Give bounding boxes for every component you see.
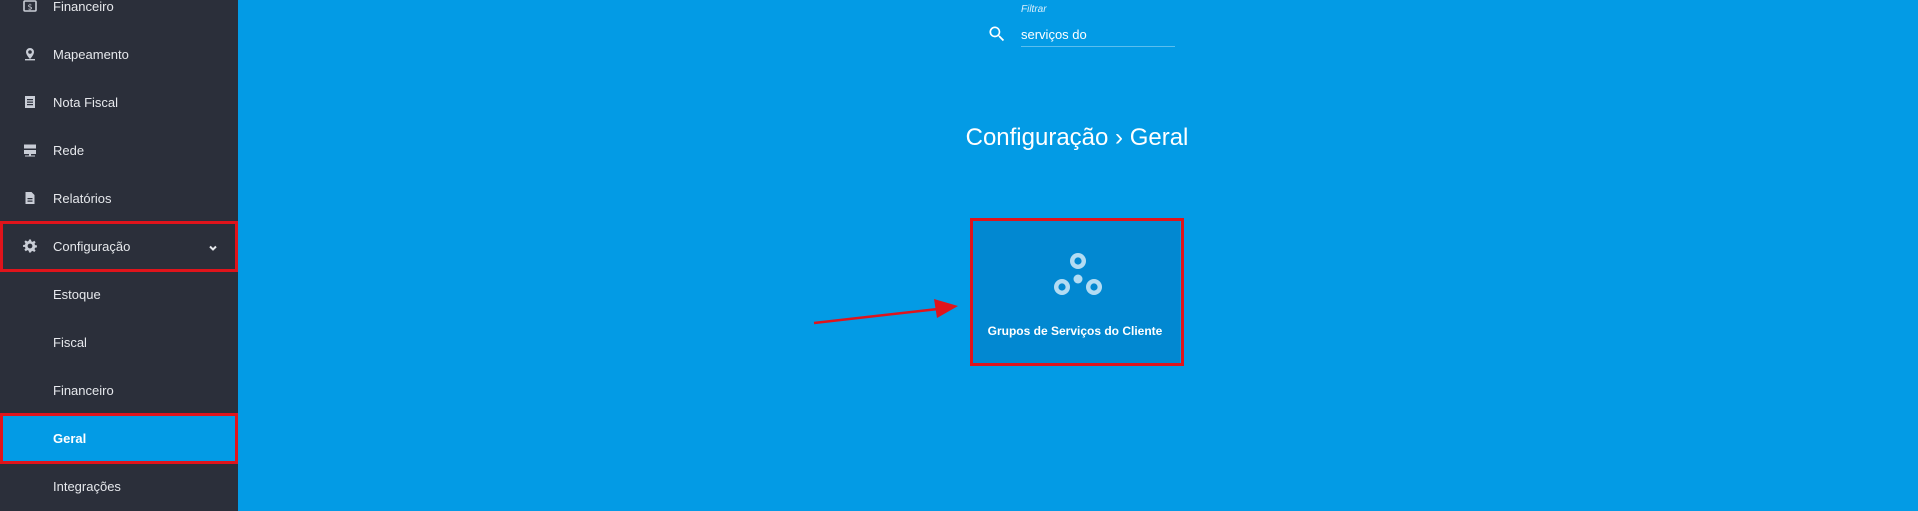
sidebar-item-label: Relatórios [53,190,112,206]
map-pin-icon [23,47,37,61]
tile-grupos-servicos-cliente[interactable]: Grupos de Serviços do Cliente [970,218,1180,364]
page-title: Configuração › Geral [965,124,1189,151]
gear-icon [23,239,37,253]
sidebar-item-relatorios[interactable]: Relatórios [0,174,238,222]
sidebar-item-configuracao[interactable]: Configuração [0,222,238,270]
sidebar-item-mapeamento[interactable]: Mapeamento [0,30,238,78]
sidebar-item-label: Mapeamento [53,46,129,62]
sidebar-item-label: Financeiro [53,0,114,14]
sidebar-item-financeiro[interactable]: $ Financeiro [0,0,238,30]
chevron-down-icon [208,241,218,251]
sidebar-item-label: Rede [53,142,85,158]
sidebar-subitem-geral[interactable]: Geral [0,414,238,462]
server-icon [23,143,37,157]
red-arrow [813,299,958,325]
svg-text:$: $ [27,3,32,12]
report-file-icon [23,191,37,205]
sidebar: $ Financeiro Mapeamento Nota Fiscal Rede… [0,0,238,511]
filter-label: Filtrar [1021,4,1047,15]
sidebar-subitem-financeiro[interactable]: Financeiro [0,366,238,414]
sidebar-subitem-estoque[interactable]: Estoque [0,270,238,318]
filter-field: Filtrar [985,2,1175,48]
tile-label: Grupos de Serviços do Cliente [987,324,1163,338]
document-list-icon [23,95,37,109]
sidebar-item-rede[interactable]: Rede [0,126,238,174]
sidebar-item-label: Nota Fiscal [53,94,119,110]
sidebar-item-label: Configuração [53,238,131,254]
sidebar-item-nota-fiscal[interactable]: Nota Fiscal [0,78,238,126]
sidebar-subitem-integracoes[interactable]: Integrações [0,462,238,510]
money-icon: $ [23,0,37,13]
sidebar-subitem-fiscal[interactable]: Fiscal [0,318,238,366]
filter-input[interactable] [1021,22,1175,47]
search-icon [987,24,1007,44]
circles-group-icon [1050,250,1106,302]
